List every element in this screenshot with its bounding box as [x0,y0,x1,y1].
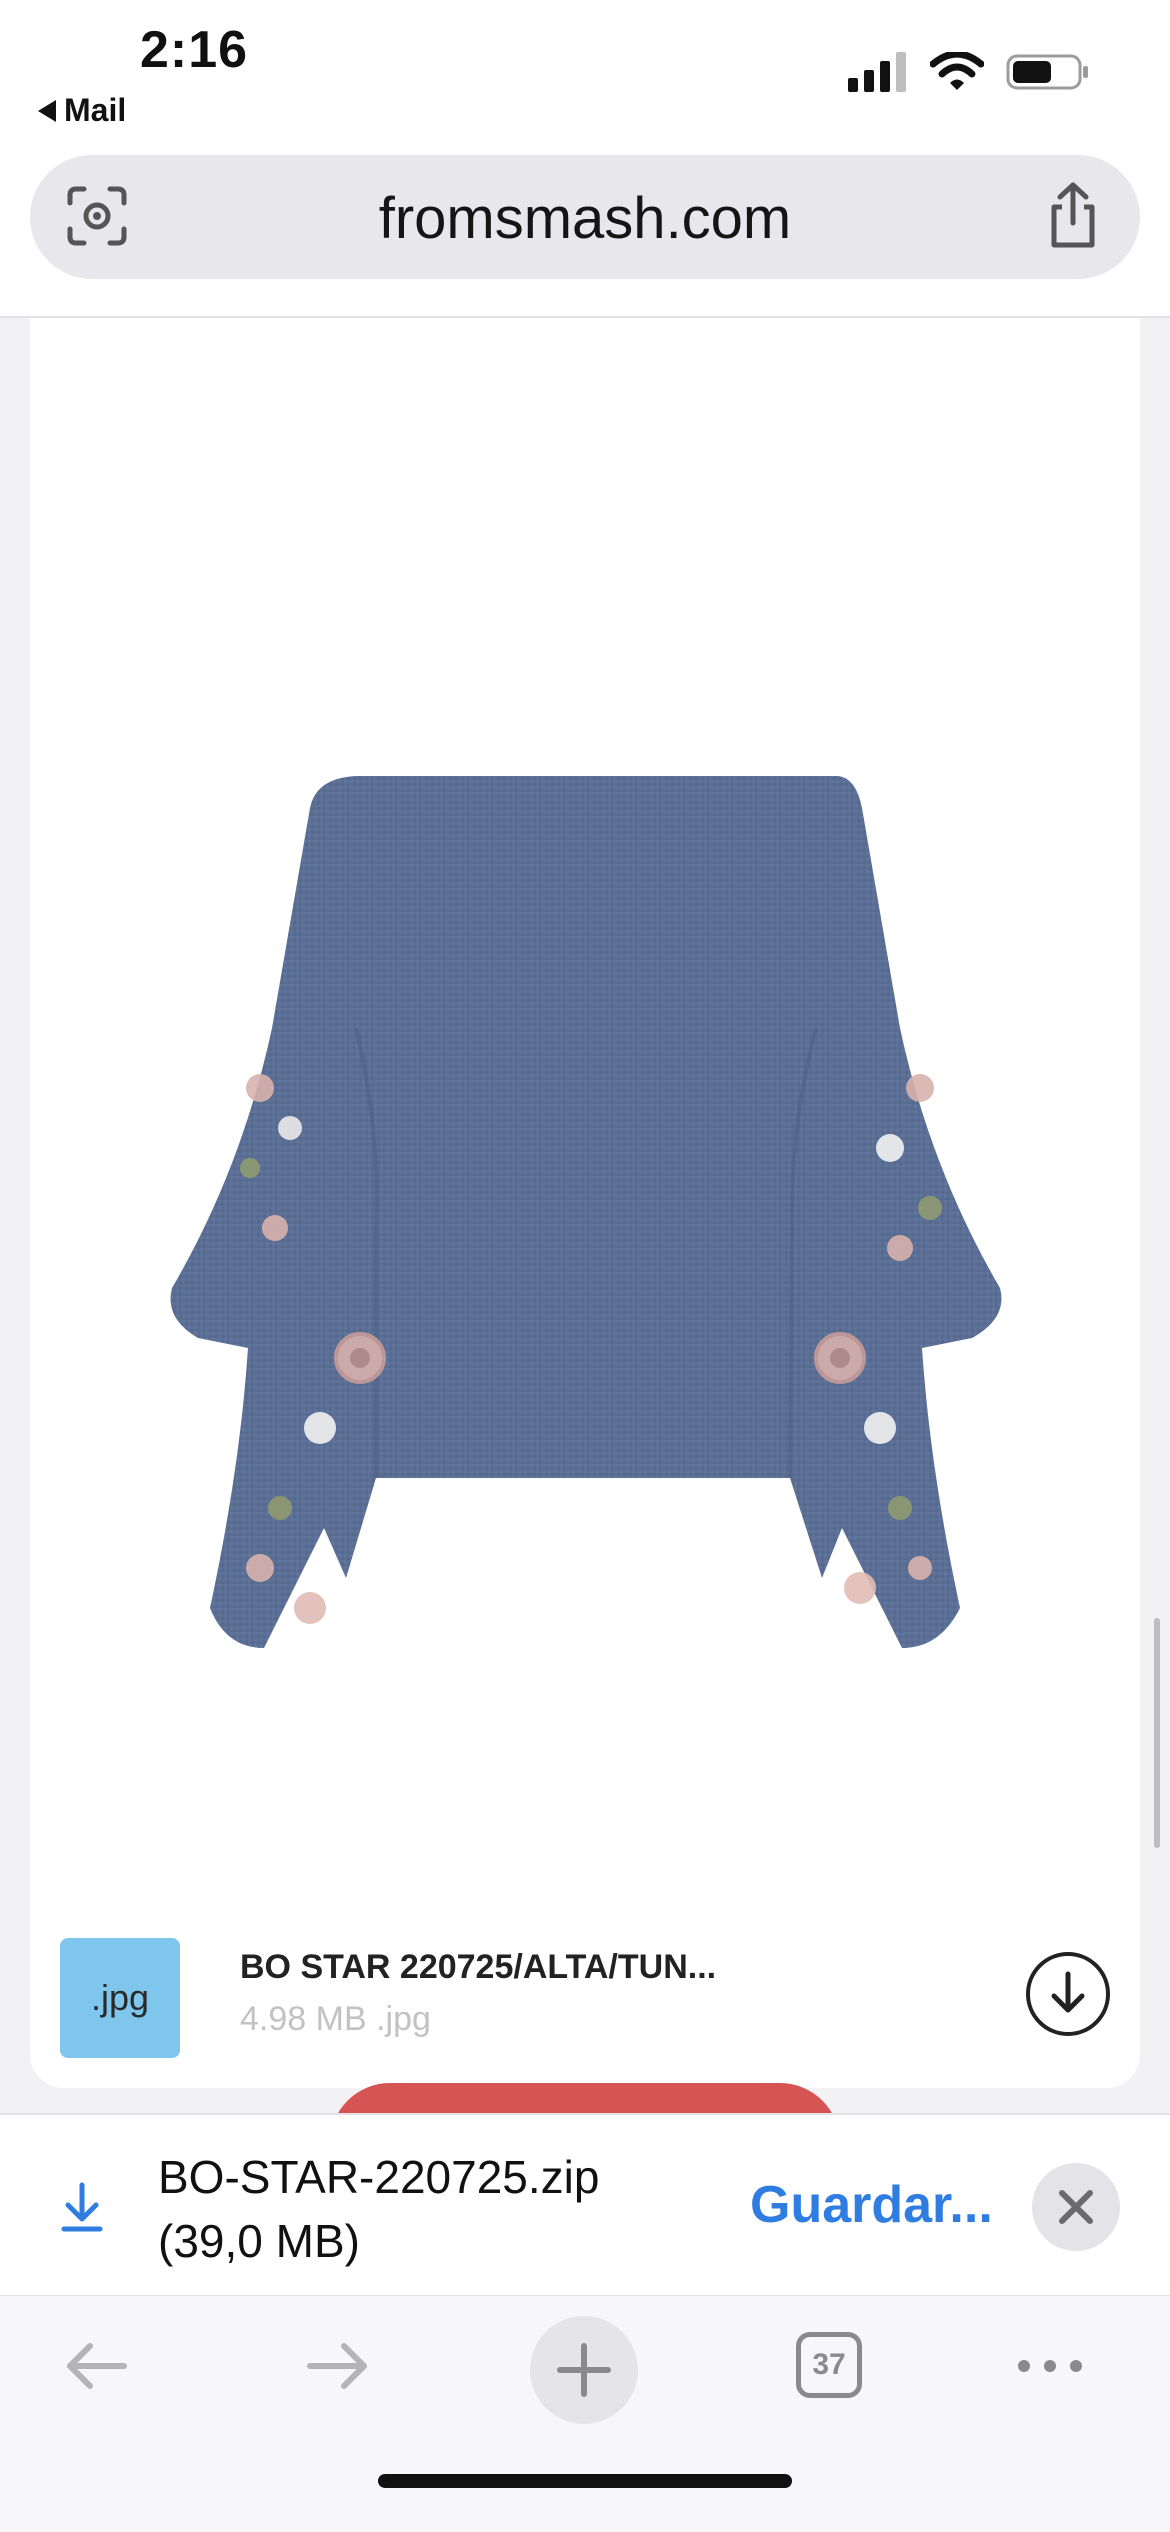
download-bar: BO-STAR-220725.zip (39,0 MB) Guardar... [0,2113,1170,2297]
scroll-indicator[interactable] [1154,1618,1160,1848]
save-button[interactable]: Guardar... [750,2175,993,2235]
file-meta: 4.98 MB .jpg [240,2000,431,2038]
back-triangle-icon [38,99,56,122]
close-download-button[interactable] [1032,2163,1120,2251]
status-time: 2:16 [140,21,249,79]
download-file-button[interactable] [1026,1952,1110,2036]
wifi-icon [930,52,984,90]
new-tab-button[interactable] [530,2316,638,2424]
back-app-label: Mail [64,92,127,128]
bottom-toolbar: 37 [0,2296,1170,2532]
download-icon [61,2182,103,2232]
url-text[interactable]: fromsmash.com [30,185,1140,252]
close-icon [1059,2190,1093,2224]
product-photo [170,776,1002,1648]
file-preview-card: .jpg BO STAR 220725/ALTA/TUN... 4.98 MB … [30,318,1140,2088]
download-file-size: (39,0 MB) [158,2215,360,2267]
file-row[interactable]: .jpg BO STAR 220725/ALTA/TUN... 4.98 MB … [30,1938,1140,2088]
web-page: .jpg BO STAR 220725/ALTA/TUN... 4.98 MB … [0,318,1170,2203]
file-extension-badge: .jpg [60,1938,180,2058]
forward-arrow-icon[interactable] [302,2316,374,2416]
signal-icon [848,52,906,92]
file-name: BO STAR 220725/ALTA/TUN... [240,1948,717,1986]
tab-count: 37 [812,2348,846,2381]
download-arrow-icon [1051,1971,1085,2013]
status-bar: 2:16 Mail [0,0,1170,150]
back-arrow-icon[interactable] [60,2316,132,2416]
status-icons [848,52,1090,92]
tabs-button[interactable]: 37 [796,2332,862,2398]
url-bar-container: fromsmash.com [0,150,1170,318]
battery-icon [1006,54,1088,90]
back-to-app-link[interactable]: Mail [38,92,126,129]
home-indicator[interactable] [378,2474,792,2488]
plus-icon [557,2343,611,2397]
share-icon[interactable] [1046,181,1100,251]
address-bar[interactable]: fromsmash.com [30,155,1140,279]
download-file-name: BO-STAR-220725.zip [158,2151,600,2203]
more-icon[interactable] [1014,2316,1086,2416]
